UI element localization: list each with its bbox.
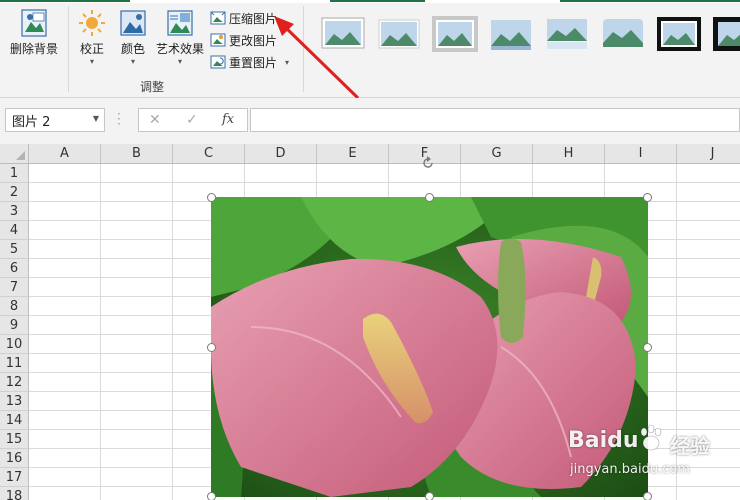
row-header[interactable]: 14 [0,411,29,430]
reset-picture-icon [210,55,226,69]
compress-pictures-button[interactable]: 压缩图片 [210,8,277,28]
compress-pictures-icon [210,11,226,25]
color-icon [120,10,146,36]
formula-input[interactable] [250,108,740,132]
column-header[interactable]: G [461,144,533,164]
remove-background-button[interactable]: 删除背景 [6,8,62,57]
grid-line [172,164,173,500]
picture-style-shadow[interactable] [488,16,534,52]
watermark-brand: Baidu [568,428,639,453]
column-header[interactable]: H [533,144,605,164]
rotate-handle-icon[interactable] [421,156,435,170]
chevron-down-icon: ▾ [89,57,94,66]
ribbon-top-accent [0,0,740,3]
column-header[interactable]: B [101,144,173,164]
row-header[interactable]: 4 [0,221,29,240]
picture-style-black-frame[interactable] [656,16,702,52]
color-label: 颜色 [120,42,145,56]
column-header[interactable]: D [245,144,317,164]
paw-logo-icon [640,424,662,451]
picture-style-selected[interactable] [432,16,478,52]
chevron-down-icon: ▾ [177,57,182,66]
baidu-watermark: Baidu 经验 jingyan.baidu.com [566,420,736,490]
resize-handle-right[interactable] [643,343,652,352]
annotation-arrow-icon [274,16,360,100]
select-all-corner[interactable] [0,144,29,164]
picture-style-rounded[interactable] [600,16,646,52]
enter-icon[interactable]: ✓ [186,112,198,128]
resize-handle-top-left[interactable] [207,193,216,202]
adjust-group-label: 调整 [140,80,165,94]
artistic-effects-button[interactable]: 艺术效果 ▾ [154,8,206,67]
row-header[interactable]: 3 [0,202,29,221]
ribbon: 删除背景 校正 ▾ 颜色 ▾ 艺术效果 ▾ 压缩图片 更改图片 重置图片 ▾ 调… [0,0,740,98]
change-picture-button[interactable]: 更改图片 [210,30,277,50]
row-header[interactable]: 8 [0,297,29,316]
corrections-label: 校正 [79,42,104,56]
row-header[interactable]: 7 [0,278,29,297]
remove-background-icon [21,9,47,37]
row-header[interactable]: 13 [0,392,29,411]
row-header[interactable]: 18 [0,487,29,500]
ribbon-separator [68,6,69,92]
resize-handle-bottom[interactable] [425,492,434,500]
picture-style-reflected[interactable] [544,16,590,52]
chevron-down-icon: ▾ [130,57,135,66]
insert-function-icon[interactable]: fx [222,112,234,127]
column-header[interactable]: J [677,144,740,164]
name-box[interactable]: 图片 2 ▼ [5,108,105,132]
column-header[interactable]: E [317,144,389,164]
corrections-button[interactable]: 校正 ▾ [72,8,112,67]
column-header[interactable]: I [605,144,677,164]
formula-bar: 图片 2 ▼ · · · ✕ ✓ fx [0,98,740,144]
resize-handle-top[interactable] [425,193,434,202]
row-header[interactable]: 5 [0,240,29,259]
row-header[interactable]: 15 [0,430,29,449]
row-header[interactable]: 6 [0,259,29,278]
resize-handle-bottom-right[interactable] [643,492,652,500]
column-header[interactable]: C [173,144,245,164]
row-header[interactable]: 16 [0,449,29,468]
color-button[interactable]: 颜色 ▾ [114,8,152,67]
picture-style-thick-frame[interactable] [712,16,740,52]
row-header[interactable]: 11 [0,354,29,373]
resize-handle-top-right[interactable] [643,193,652,202]
drag-handle-icon[interactable]: · · · [117,108,121,130]
remove-background-label: 删除背景 [9,42,58,56]
formula-buttons: ✕ ✓ fx [138,108,248,132]
row-header[interactable]: 17 [0,468,29,487]
grid-line [100,164,101,500]
grid-line [29,182,740,183]
picture-style-soft-edge[interactable] [376,16,422,52]
watermark-brand-cn: 经验 [670,434,710,458]
column-header[interactable]: A [29,144,101,164]
row-header[interactable]: 1 [0,164,29,183]
row-header[interactable]: 2 [0,183,29,202]
artistic-effects-icon [167,10,193,36]
resize-handle-left[interactable] [207,343,216,352]
row-header[interactable]: 9 [0,316,29,335]
row-header[interactable]: 10 [0,335,29,354]
corrections-sun-icon [79,10,105,36]
resize-handle-bottom-left[interactable] [207,492,216,500]
name-box-value: 图片 2 [12,114,51,130]
change-picture-icon [210,33,226,47]
picture-styles-gallery [314,8,740,68]
cancel-icon[interactable]: ✕ [149,112,161,128]
row-header[interactable]: 12 [0,373,29,392]
chevron-down-icon[interactable]: ▼ [93,114,99,123]
watermark-url: jingyan.baidu.com [570,462,690,477]
artistic-effects-label: 艺术效果 [155,42,204,56]
